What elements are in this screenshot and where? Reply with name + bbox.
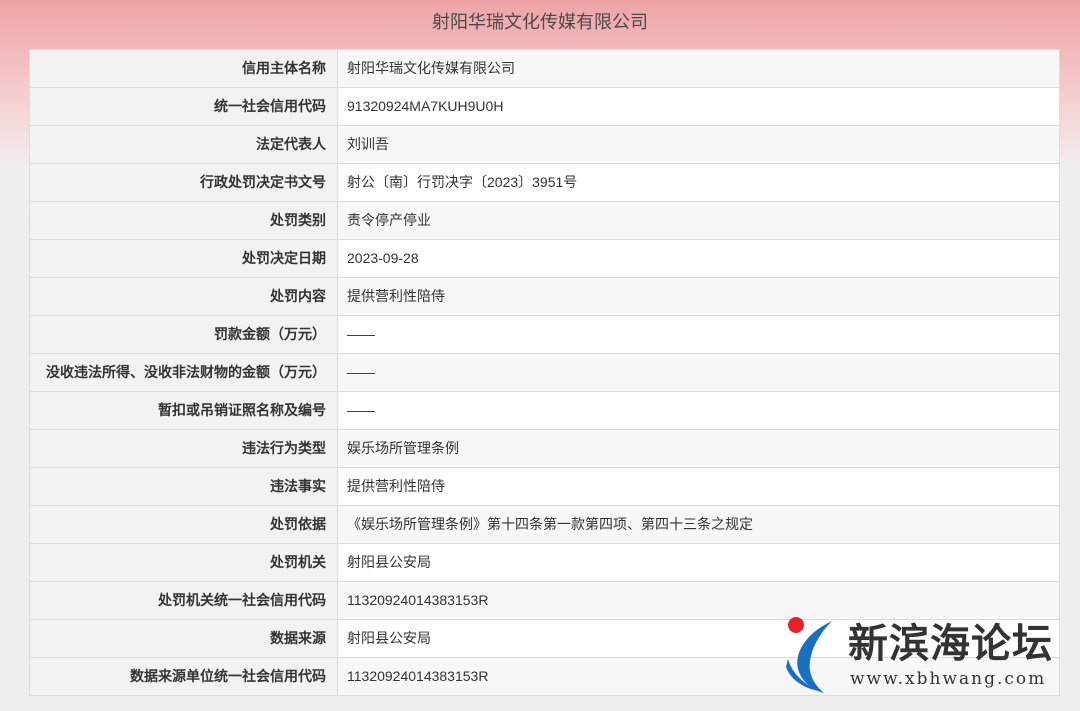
table-row: 处罚决定日期 2023-09-28 <box>29 240 1060 278</box>
field-value: —— <box>338 354 1060 391</box>
field-value: 《娱乐场所管理条例》第十四条第一款第四项、第四十三条之规定 <box>338 506 1060 543</box>
table-row: 没收违法所得、没收非法财物的金额（万元） —— <box>29 354 1060 392</box>
field-label: 罚款金额（万元） <box>29 316 338 353</box>
field-value: 射阳华瑞文化传媒有限公司 <box>338 50 1060 87</box>
field-label: 信用主体名称 <box>29 50 338 87</box>
field-label: 法定代表人 <box>29 126 338 163</box>
field-value: 91320924MA7KUH9U0H <box>338 88 1060 125</box>
site-watermark: 新滨海论坛 www.xbhwang.com <box>784 615 1064 699</box>
field-value: 娱乐场所管理条例 <box>338 430 1060 467</box>
field-label: 统一社会信用代码 <box>29 88 338 125</box>
table-row: 信用主体名称 射阳华瑞文化传媒有限公司 <box>29 50 1060 88</box>
field-value: 刘训吾 <box>338 126 1060 163</box>
field-value: 2023-09-28 <box>338 240 1060 277</box>
table-row: 暂扣或吊销证照名称及编号 —— <box>29 392 1060 430</box>
field-value: —— <box>338 392 1060 429</box>
table-row: 处罚类别 责令停产停业 <box>29 202 1060 240</box>
field-label: 违法事实 <box>29 468 338 505</box>
table-row: 法定代表人 刘训吾 <box>29 126 1060 164</box>
field-value: 提供营利性陪侍 <box>338 468 1060 505</box>
field-value: 提供营利性陪侍 <box>338 278 1060 315</box>
field-label: 没收违法所得、没收非法财物的金额（万元） <box>29 354 338 391</box>
field-value: 射公〔南〕行罚决字〔2023〕3951号 <box>338 164 1060 201</box>
table-row: 违法事实 提供营利性陪侍 <box>29 468 1060 506</box>
watermark-name: 新滨海论坛 <box>848 621 1053 667</box>
page-title: 射阳华瑞文化传媒有限公司 <box>432 12 648 32</box>
forum-logo-icon <box>786 617 832 693</box>
field-label: 数据来源单位统一社会信用代码 <box>29 658 338 695</box>
penalty-info-table: 信用主体名称 射阳华瑞文化传媒有限公司 统一社会信用代码 91320924MA7KU… <box>29 49 1060 696</box>
watermark-url: www.xbhwang.com <box>850 669 1047 689</box>
field-label: 处罚依据 <box>29 506 338 543</box>
table-row: 处罚依据 《娱乐场所管理条例》第十四条第一款第四项、第四十三条之规定 <box>29 506 1060 544</box>
field-label: 违法行为类型 <box>29 430 338 467</box>
field-value: 11320924014383153R <box>338 582 1060 619</box>
field-label: 行政处罚决定书文号 <box>29 164 338 201</box>
table-row: 罚款金额（万元） —— <box>29 316 1060 354</box>
field-value: 责令停产停业 <box>338 202 1060 239</box>
table-row: 统一社会信用代码 91320924MA7KUH9U0H <box>29 88 1060 126</box>
field-label: 处罚机关 <box>29 544 338 581</box>
table-row: 行政处罚决定书文号 射公〔南〕行罚决字〔2023〕3951号 <box>29 164 1060 202</box>
table-row: 处罚机关 射阳县公安局 <box>29 544 1060 582</box>
table-row: 违法行为类型 娱乐场所管理条例 <box>29 430 1060 468</box>
logo-dot <box>788 617 804 633</box>
field-label: 处罚决定日期 <box>29 240 338 277</box>
field-value: —— <box>338 316 1060 353</box>
field-label: 处罚内容 <box>29 278 338 315</box>
field-label: 处罚机关统一社会信用代码 <box>29 582 338 619</box>
field-label: 数据来源 <box>29 620 338 657</box>
table-row: 处罚内容 提供营利性陪侍 <box>29 278 1060 316</box>
field-label: 处罚类别 <box>29 202 338 239</box>
field-value: 射阳县公安局 <box>338 544 1060 581</box>
field-label: 暂扣或吊销证照名称及编号 <box>29 392 338 429</box>
